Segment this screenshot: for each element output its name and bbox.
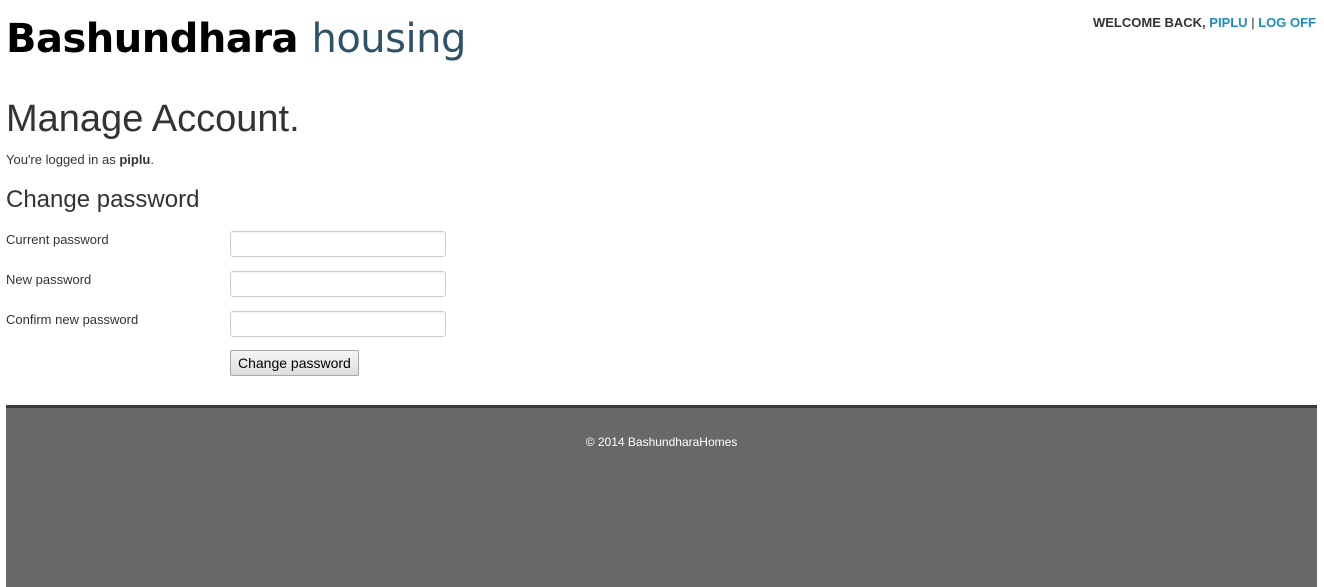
logged-in-prefix: You're logged in as xyxy=(6,152,116,167)
site-footer: © 2014 BashundharaHomes xyxy=(6,405,1317,587)
login-separator: | xyxy=(1251,15,1255,30)
username-link[interactable]: PIPLU xyxy=(1209,15,1247,30)
logged-in-message: You're logged in as piplu. xyxy=(6,151,154,169)
change-password-button[interactable]: Change password xyxy=(230,350,359,376)
current-password-row: Current password xyxy=(6,231,456,261)
confirm-password-label: Confirm new password xyxy=(6,312,139,327)
current-password-label: Current password xyxy=(6,232,109,247)
logged-in-suffix: . xyxy=(150,152,154,167)
page: Bashundhara housing WELCOME BACK, PIPLU … xyxy=(0,0,1324,587)
confirm-password-row: Confirm new password xyxy=(6,311,456,341)
current-password-input[interactable] xyxy=(230,231,446,257)
change-password-heading: Change password xyxy=(6,186,200,213)
footer-copyright: © 2014 BashundharaHomes xyxy=(585,435,738,449)
log-off-link[interactable]: LOG OFF xyxy=(1258,15,1316,30)
site-title[interactable]: Bashundhara housing xyxy=(6,14,466,64)
logged-in-user: piplu xyxy=(119,152,151,167)
new-password-row: New password xyxy=(6,271,456,301)
site-title-main: Bashundhara xyxy=(6,16,299,62)
site-title-accent: housing xyxy=(311,16,466,62)
login-bar: WELCOME BACK, PIPLU | LOG OFF xyxy=(1093,14,1316,32)
welcome-text: WELCOME BACK, xyxy=(1092,15,1206,30)
confirm-password-input[interactable] xyxy=(230,311,446,337)
new-password-input[interactable] xyxy=(230,271,446,297)
page-title: Manage Account. xyxy=(6,98,300,140)
new-password-label: New password xyxy=(6,272,92,287)
